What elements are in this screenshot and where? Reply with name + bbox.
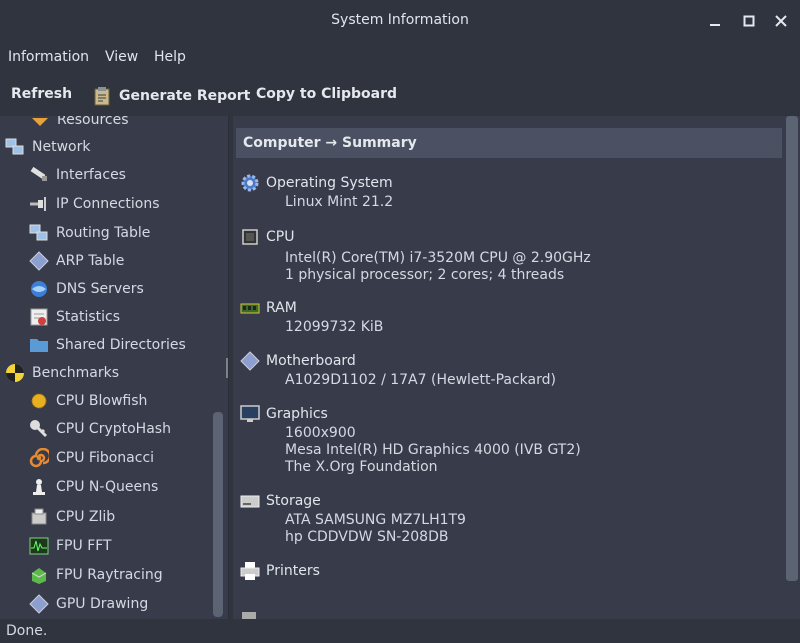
raytracing-icon — [31, 568, 47, 584]
copy-clipboard-label: Copy to Clipboard — [256, 86, 398, 102]
routing-table-icon — [29, 224, 48, 241]
section-graphics: Graphics 1600x900 Mesa Intel(R) HD Graph… — [240, 403, 581, 476]
sidebar-item-cpu-n-queens[interactable]: CPU N-Queens — [29, 475, 158, 499]
storage-icon — [240, 495, 260, 508]
section-storage: Storage ATA SAMSUNG MZ7LH1T9 hp CDDVDW S… — [240, 490, 466, 546]
sidebar-item-dns-servers[interactable]: DNS Servers — [29, 277, 144, 301]
sidebar-item-gpu-drawing[interactable]: GPU Drawing — [29, 592, 148, 616]
memory-icon — [240, 303, 260, 314]
sidebar-item-cpu-cryptohash[interactable]: CPU CryptoHash — [29, 417, 171, 441]
zlib-icon — [31, 508, 47, 525]
sidebar-item-arp-table[interactable]: ARP Table — [29, 249, 124, 273]
sidebar-item-cpu-zlib[interactable]: CPU Zlib — [29, 505, 115, 529]
generate-report-label: Generate Report — [119, 88, 251, 104]
resources-icon — [32, 118, 48, 126]
sidebar-item-routing-table[interactable]: Routing Table — [29, 221, 150, 245]
monitor-icon — [240, 405, 260, 422]
sidebar-tree: Resources Network Interfaces IP Connecti… — [0, 116, 229, 619]
pane-splitter[interactable] — [226, 358, 228, 378]
menu-bar: Information View Help — [0, 42, 800, 74]
fibonacci-icon — [29, 448, 49, 468]
interfaces-icon — [30, 166, 47, 181]
summary-header: Computer → Summary — [236, 128, 782, 158]
ip-connections-icon — [30, 197, 46, 211]
sidebar-item-ip-connections[interactable]: IP Connections — [29, 192, 160, 216]
refresh-button[interactable]: Refresh — [11, 86, 72, 102]
maximize-icon[interactable] — [738, 10, 760, 32]
n-queens-icon — [33, 479, 45, 495]
report-icon — [94, 87, 110, 106]
sidebar-item-shared-directories[interactable]: Shared Directories — [29, 333, 186, 357]
generate-report-button[interactable]: Generate Report — [93, 86, 250, 106]
sidebar-item-network[interactable]: Network — [5, 135, 90, 159]
cryptohash-icon — [30, 420, 48, 438]
audio-icon — [242, 612, 256, 619]
sidebar-item-interfaces[interactable]: Interfaces — [29, 163, 126, 187]
sidebar-scrollbar-thumb[interactable] — [213, 412, 223, 617]
section-cpu: CPU Intel(R) Core(TM) i7-3520M CPU @ 2.9… — [240, 226, 591, 284]
sidebar-item-benchmarks[interactable]: Benchmarks — [5, 361, 119, 385]
shared-directories-icon — [30, 339, 48, 352]
window-title: System Information — [331, 12, 469, 28]
close-icon[interactable] — [770, 10, 792, 32]
title-bar: System Information — [0, 0, 800, 42]
sidebar-item-fpu-fft[interactable]: FPU FFT — [29, 534, 112, 558]
sidebar-item-cpu-blowfish[interactable]: CPU Blowfish — [29, 389, 147, 413]
section-partial — [240, 610, 260, 619]
motherboard-icon — [240, 351, 260, 371]
sidebar-item-statistics[interactable]: Statistics — [29, 305, 120, 329]
blowfish-icon — [31, 393, 47, 409]
dns-servers-icon — [31, 281, 47, 297]
section-motherboard: Motherboard A1029D1102 / 17A7 (Hewlett-P… — [240, 350, 556, 389]
main-scrollbar-thumb[interactable] — [786, 116, 798, 581]
gear-icon — [241, 174, 259, 192]
menu-view[interactable]: View — [105, 49, 138, 65]
refresh-label: Refresh — [11, 86, 73, 102]
status-bar: Done. — [0, 619, 800, 643]
section-ram: RAM 12099732 KiB — [240, 297, 383, 336]
printer-icon — [240, 562, 260, 580]
menu-help[interactable]: Help — [154, 49, 186, 65]
sidebar-item-cpu-fibonacci[interactable]: CPU Fibonacci — [29, 446, 154, 470]
section-printers: Printers — [240, 560, 320, 582]
toolbar: Refresh Generate Report Copy to Clipboar… — [0, 74, 800, 116]
arp-table-icon — [29, 251, 49, 271]
sidebar-item-resources[interactable]: Resources — [30, 116, 129, 132]
gpu-drawing-icon — [29, 594, 49, 614]
sidebar-item-fpu-raytracing[interactable]: FPU Raytracing — [29, 563, 163, 587]
statistics-icon — [30, 308, 48, 326]
section-operating-system: Operating System Linux Mint 21.2 — [240, 172, 393, 211]
summary-panel: Computer → Summary Operating System Linu… — [233, 116, 800, 619]
minimize-icon[interactable] — [704, 10, 726, 32]
network-icon — [5, 138, 24, 155]
benchmarks-icon — [6, 364, 24, 382]
copy-clipboard-button[interactable]: Copy to Clipboard — [256, 86, 397, 102]
cpu-chip-icon — [242, 229, 258, 245]
menu-information[interactable]: Information — [8, 49, 89, 65]
fft-icon — [29, 537, 49, 555]
